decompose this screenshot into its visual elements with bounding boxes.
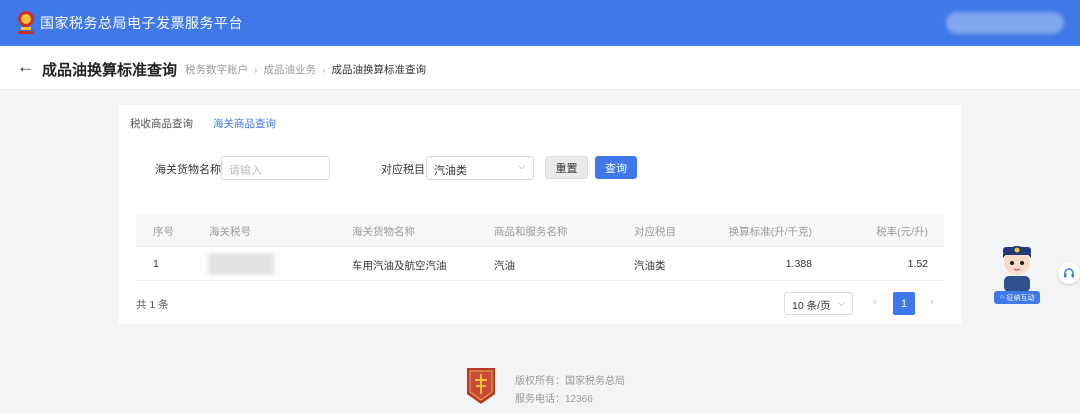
platform-title: 国家税务总局电子发票服务平台 xyxy=(40,15,243,31)
tax-item-select-value: 汽油类 xyxy=(434,165,467,177)
page-header: ← 成品油换算标准查询 税务数字账户 › 成品油业务 › 成品油换算标准查询 xyxy=(0,46,1080,90)
tab-customs-goods-query[interactable]: 海关商品查询 xyxy=(213,116,276,131)
top-bar: 国家税务总局电子发票服务平台 xyxy=(0,0,1080,46)
column-header-index: 序号 xyxy=(153,226,174,238)
column-header-tax-item: 对应税目 xyxy=(634,226,676,238)
assistant-avatar-icon xyxy=(1003,246,1031,292)
tax-item-select[interactable]: 汽油类 ⌵ xyxy=(426,156,534,180)
page-title: 成品油换算标准查询 xyxy=(42,62,178,79)
footer-phone: 服务电话：12366 xyxy=(515,394,593,405)
breadcrumb-item-tax-account[interactable]: 税务数字账户 xyxy=(185,64,248,76)
breadcrumb: 税务数字账户 › 成品油业务 › 成品油换算标准查询 xyxy=(185,62,426,77)
page-size-value: 10 条/页 xyxy=(792,300,831,312)
footer-copyright: 版权所有：国家税务总局 xyxy=(515,376,625,387)
column-header-customs-code: 海关税号 xyxy=(209,226,251,238)
cell-conversion-standard: 1.388 xyxy=(785,258,812,270)
headset-small-icon: ∩ xyxy=(999,294,1007,301)
table-header: 序号 海关税号 海关货物名称 商品和服务名称 对应税目 换算标准(升/千克) 税… xyxy=(136,213,944,247)
cell-index: 1 xyxy=(153,258,159,270)
next-page-button[interactable]: › xyxy=(930,296,934,308)
chevron-down-icon: ⌵ xyxy=(838,298,845,308)
goods-name-label: 海关货物名称 xyxy=(155,164,221,176)
cell-customs-goods-name: 车用汽油及航空汽油 xyxy=(352,260,447,272)
table-row: 1 车用汽油及航空汽油 汽油 汽油类 1.388 1.52 xyxy=(136,247,944,281)
tab-tax-goods-query[interactable]: 税收商品查询 xyxy=(130,116,193,131)
chevron-down-icon: ⌵ xyxy=(518,161,525,171)
column-header-conversion-standard: 换算标准(升/千克) xyxy=(728,226,812,238)
column-header-goods-service-name: 商品和服务名称 xyxy=(494,226,568,238)
page-number-current[interactable]: 1 xyxy=(893,292,915,315)
reset-button[interactable]: 重置 xyxy=(545,156,588,179)
breadcrumb-separator: › xyxy=(322,64,326,76)
query-card: 税收商品查询 海关商品查询 海关货物名称 请输入 对应税目 汽油类 ⌵ 重置 查… xyxy=(119,105,961,324)
goods-name-input[interactable]: 请输入 xyxy=(221,156,330,180)
assistant-badge-label: 征纳互动 xyxy=(1006,294,1035,302)
user-info[interactable] xyxy=(946,12,1064,34)
tab-bar: 税收商品查询 海关商品查询 xyxy=(119,105,961,139)
tax-bureau-logo xyxy=(467,368,495,404)
cell-goods-service-name: 汽油 xyxy=(494,260,515,272)
breadcrumb-item-current: 成品油换算标准查询 xyxy=(331,64,427,76)
assistant-badge[interactable]: ∩ 征纳互动 xyxy=(994,291,1040,304)
cell-customs-code-redacted xyxy=(208,253,274,275)
total-count: 共 1 条 xyxy=(136,299,169,311)
breadcrumb-item-oil-business[interactable]: 成品油业务 xyxy=(264,64,317,76)
tax-emblem-icon xyxy=(18,11,34,34)
breadcrumb-separator: › xyxy=(254,64,258,76)
column-header-customs-goods-name: 海关货物名称 xyxy=(352,226,415,238)
column-header-tax-rate: 税率(元/升) xyxy=(876,226,928,238)
query-button[interactable]: 查询 xyxy=(595,156,637,179)
prev-page-button[interactable]: ‹ xyxy=(873,296,877,308)
tax-item-label: 对应税目 xyxy=(381,164,425,176)
assistant-widget[interactable]: ∩ 征纳互动 xyxy=(994,238,1040,304)
headset-icon[interactable] xyxy=(1058,262,1080,284)
back-arrow-icon[interactable]: ← xyxy=(17,58,34,76)
cell-tax-rate: 1.52 xyxy=(907,258,928,270)
cell-tax-item: 汽油类 xyxy=(634,260,666,272)
page-size-select[interactable]: 10 条/页 ⌵ xyxy=(784,292,853,315)
